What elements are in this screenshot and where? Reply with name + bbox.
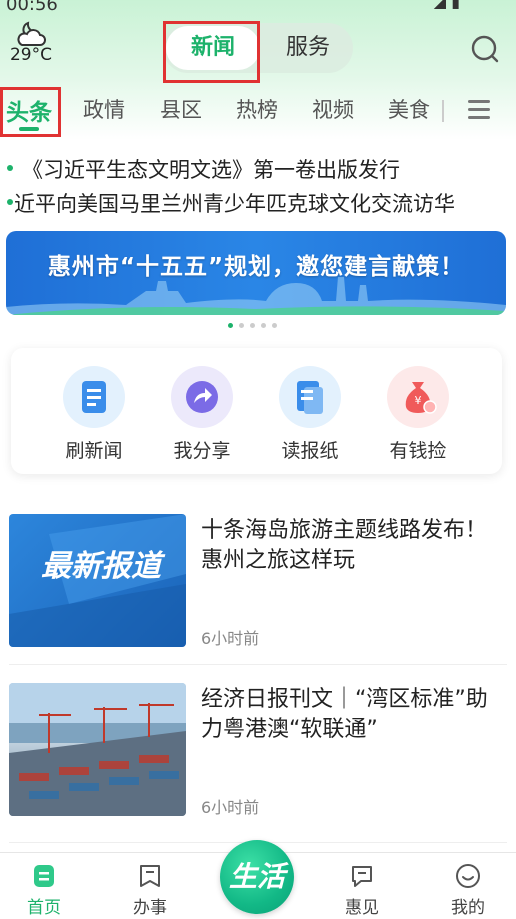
carousel-dot [239,323,244,328]
quick-action-money[interactable]: ¥ 有钱捡 [373,366,463,463]
newspaper-icon [279,366,341,428]
article-time: 6小时前 [201,629,260,648]
channel-menu-icon[interactable] [468,100,490,120]
highlight-box-toutiao [0,87,61,137]
ticker-item-text: 《习近平生态文明文选》第一卷出版发行 [22,158,400,182]
news-doc-icon [63,366,125,428]
tabs-divider [442,100,444,122]
quick-action-newspaper[interactable]: 读报纸 [265,366,355,463]
thumbnail-text: 最新报道 [41,549,166,584]
search-icon[interactable] [470,34,500,64]
quick-action-share[interactable]: 我分享 [157,366,247,463]
nav-label: 办事 [133,898,167,918]
tab-rebang[interactable]: 热榜 [236,94,278,124]
tab-shipin[interactable]: 视频 [312,94,354,124]
center-life-button[interactable]: 生活 [220,840,294,914]
article-thumbnail [9,683,186,816]
port-cranes-image [9,683,186,816]
ticker-item[interactable]: 《习近平生态文明文选》第一卷出版发行 [0,152,516,186]
home-icon [34,865,54,887]
bookmark-doc-icon [140,865,160,887]
quick-actions-card: 刷新闻 我分享 读报纸 ¥ 有钱捡 [11,348,502,474]
bullet-dot [7,199,13,205]
nav-huijian[interactable]: 惠见 [322,863,402,918]
article-title: 十条海岛旅游主题线路发布！惠州之旅这样玩 [201,518,488,573]
carousel-dot [228,323,233,328]
divider [9,664,507,665]
weather-widget[interactable]: 29°C [8,20,54,64]
quick-action-label: 读报纸 [281,440,339,462]
article-card[interactable]: 经济日报刊文｜“湾区标准”助力粤港澳“软联通” 6小时前 [0,683,516,841]
nav-home[interactable]: 首页 [4,863,84,918]
carousel-dot [250,323,255,328]
channel-tabs: 头条 政情 县区 热榜 视频 美食 [0,90,516,131]
share-arrow-icon [171,366,233,428]
nav-mine[interactable]: 我的 [428,863,508,918]
carousel-dot [272,323,277,328]
cloudy-night-icon [17,21,46,46]
article-card[interactable]: 最新报道 十条海岛旅游主题线路发布！惠州之旅这样玩 6小时前 [0,514,516,672]
smile-face-icon [456,864,480,888]
carousel-dot [261,323,266,328]
weather-temperature: 29°C [9,45,52,65]
quick-action-label: 我分享 [173,440,231,462]
article-time: 6小时前 [201,798,260,817]
nav-affairs[interactable]: 办事 [110,863,190,918]
bullet-dot [7,165,13,171]
highlight-box-news [163,21,260,83]
promo-banner[interactable]: 惠州市“十五五”规划，邀您建言献策！ [6,231,506,315]
quick-action-label: 刷新闻 [65,440,123,462]
banner-title: 惠州市“十五五”规划，邀您建言献策！ [47,254,465,280]
nav-label: 惠见 [345,898,379,918]
quick-action-label: 有钱捡 [389,440,447,462]
latest-report-graphic: 最新报道 [9,514,186,647]
tab-zhengqing[interactable]: 政情 [83,94,125,124]
status-icons: ◢ ▮ [433,0,460,11]
article-thumbnail: 最新报道 [9,514,186,647]
headline-ticker: 《习近平生态文明文选》第一卷出版发行 近平向美国马里兰州青少年匹克球文化交流访华 [0,152,516,220]
tab-xianqu[interactable]: 县区 [160,94,202,124]
svg-text:¥: ¥ [415,394,422,407]
tab-meishi[interactable]: 美食 [388,94,430,124]
article-title: 经济日报刊文｜“湾区标准”助力粤港澳“软联通” [201,687,488,742]
tab-service[interactable]: 服务 [265,26,351,70]
quick-action-refresh-news[interactable]: 刷新闻 [49,366,139,463]
status-time: 00:56 [6,0,58,15]
nav-label: 首页 [27,898,61,918]
chat-bubble-icon [352,866,372,887]
ticker-item[interactable]: 近平向美国马里兰州青少年匹克球文化交流访华 [0,186,516,220]
nav-label: 我的 [451,898,485,918]
ticker-item-text: 近平向美国马里兰州青少年匹克球文化交流访华 [14,192,455,216]
money-bag-icon: ¥ [387,366,449,428]
